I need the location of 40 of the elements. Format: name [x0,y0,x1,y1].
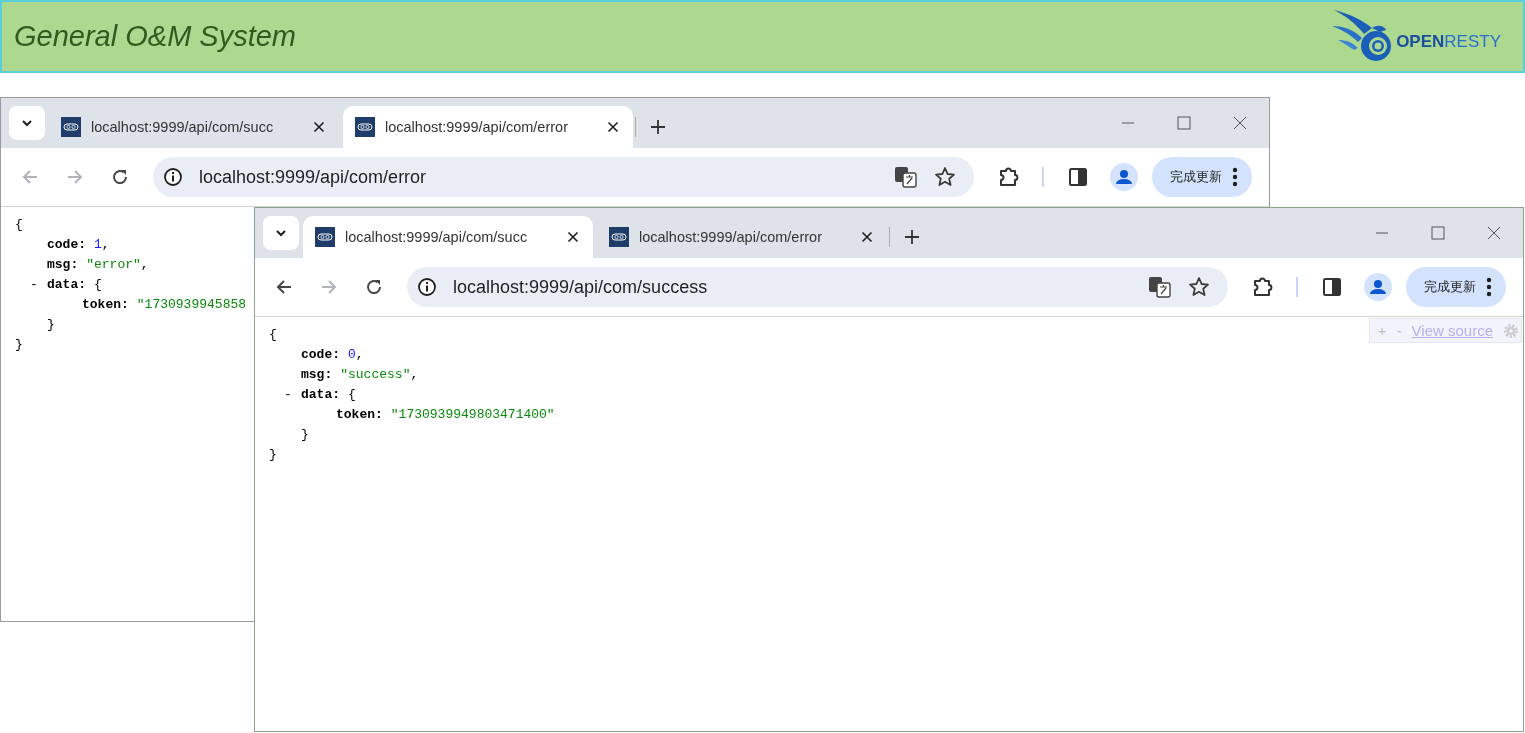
json-value: "success" [340,366,411,384]
json-brace: } [301,426,309,444]
url-text: localhost:9999/api/com/error [199,166,428,188]
browser-tab[interactable]: localhost:9999/api/com/succ [49,106,339,148]
logo-text: OPENRESTY [1396,31,1501,52]
json-key: data: [47,275,86,295]
json-key: data: [301,385,340,405]
json-value: "error" [86,256,141,274]
json-comma: , [140,256,149,274]
collapse-toggle[interactable]: - [284,385,301,405]
json-brace: { [15,216,23,234]
json-brace: } [15,336,23,354]
json-brace: } [47,316,55,334]
update-button[interactable]: 完成更新 [1406,267,1506,307]
json-brace: { [269,326,277,344]
json-key: token: [336,405,383,425]
address-bar[interactable]: localhost:9999/api/com/success [407,267,1228,307]
json-key: code: [301,345,340,365]
json-value: { [94,276,102,294]
update-button[interactable]: 完成更新 [1152,157,1252,197]
url-text: localhost:9999/api/com/success [453,276,709,298]
json-key: code: [47,235,86,255]
json-value: 1 [94,236,102,254]
json-comma: , [355,346,364,364]
json-key: msg: [301,365,333,385]
browser-tab[interactable]: localhost:9999/api/com/error [597,216,887,258]
browser-tab[interactable]: localhost:9999/api/com/error [343,106,633,148]
json-key: token: [82,295,129,315]
json-brace: } [269,446,277,464]
json-key: msg: [47,255,79,275]
json-comma: , [101,236,110,254]
browser-tab[interactable]: localhost:9999/api/com/succ [303,216,593,258]
json-value: 0 [348,346,356,364]
collapse-toggle[interactable]: - [30,275,47,295]
json-value: "1730939949803471400" [390,406,555,424]
json-value: { [348,386,356,404]
json-value: "1730939945858 [136,296,247,314]
json-comma: , [410,366,419,384]
address-bar[interactable]: localhost:9999/api/com/error [153,157,974,197]
system-title: General O&M System [14,20,297,53]
